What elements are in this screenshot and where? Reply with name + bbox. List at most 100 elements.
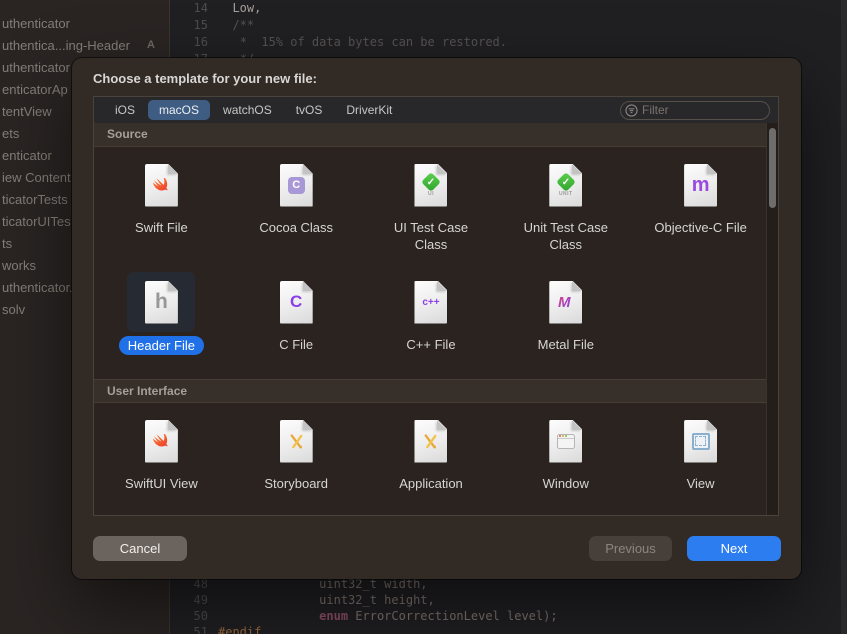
- template-tile-objective-c-file[interactable]: m Objective-C File: [633, 155, 768, 264]
- scrollbar-track[interactable]: [766, 123, 778, 515]
- view-icon: [667, 411, 735, 471]
- template-tile-cocoa-class[interactable]: CCocoa Class: [229, 155, 364, 264]
- header-letter-icon: h: [155, 290, 168, 314]
- crossed-tools-icon: [287, 432, 306, 451]
- file-document-icon: c++: [414, 281, 447, 324]
- checkmark-glyph: ✓: [559, 175, 573, 189]
- filter-input[interactable]: [642, 103, 763, 117]
- file-document-icon: [684, 420, 717, 463]
- line-number: 15: [170, 17, 208, 34]
- template-row-source-2: hHeader FileCC File c++ C++ File MMetal Fil…: [94, 264, 768, 379]
- test-caption-text: UI: [428, 191, 434, 197]
- file-document-icon: [414, 420, 447, 463]
- template-tile-application[interactable]: Application: [364, 411, 499, 515]
- window-icon: [532, 411, 600, 471]
- line-number: 14: [170, 0, 208, 17]
- checkmark-diamond-icon: ✓: [556, 172, 576, 192]
- sidebar-file-label: ticatorUITes: [2, 214, 71, 229]
- file-document-icon: [280, 420, 313, 463]
- swift-file-icon: [127, 155, 195, 215]
- code-token: uint32_t width,: [319, 577, 427, 591]
- cancel-button[interactable]: Cancel: [93, 536, 187, 561]
- template-tile-c-file[interactable]: c++ C++ File: [364, 272, 499, 379]
- swift-bird-icon: [151, 175, 171, 195]
- code-line: 50 enum ErrorCorrectionLevel level);: [170, 608, 841, 624]
- sidebar-file-label: enticatorAp: [2, 82, 68, 97]
- storyboard-icon: [262, 411, 330, 471]
- code-text: uint32_t height,: [208, 592, 435, 608]
- c-file-icon: c++: [397, 272, 465, 332]
- code-text: /**: [208, 17, 254, 34]
- application-icon: [397, 411, 465, 471]
- section-header-source: Source: [94, 123, 778, 147]
- template-tile-swift-file[interactable]: Swift File: [94, 155, 229, 264]
- template-tile-unit-test-case-class[interactable]: ✓ UNIT Unit Test Case Class: [498, 155, 633, 264]
- template-tile-header-file[interactable]: hHeader File: [94, 272, 229, 379]
- section-header-user-interface: User Interface: [94, 379, 778, 403]
- template-tile-label: Unit Test Case Class: [515, 219, 617, 253]
- file-document-icon: M: [549, 281, 582, 324]
- file-document-icon: ✓ UI: [414, 164, 447, 207]
- code-line: 15 /**: [170, 17, 841, 34]
- tab-ios[interactable]: iOS: [104, 100, 146, 120]
- tab-tvos[interactable]: tvOS: [285, 100, 334, 120]
- sidebar-file-label: uthentica...ing-Header: [2, 38, 130, 53]
- scrollbar-thumb[interactable]: [769, 128, 776, 208]
- template-tile-storyboard[interactable]: Storyboard: [229, 411, 364, 515]
- code-text: Low,: [208, 0, 261, 17]
- sidebar-file-item[interactable]: uthenticator: [0, 12, 169, 34]
- traffic-light-dot: [565, 435, 567, 437]
- sidebar-file-label: uthenticator: [2, 16, 70, 31]
- tab-watchos[interactable]: watchOS: [212, 100, 283, 120]
- file-document-icon: C: [280, 281, 313, 324]
- line-number: 16: [170, 34, 208, 51]
- template-tile-ui-test-case-class[interactable]: ✓ UI UI Test Case Class: [364, 155, 499, 264]
- c-file-icon: C: [262, 272, 330, 332]
- dialog-title: Choose a template for your new file:: [93, 71, 317, 86]
- template-tile-label: Objective-C File: [654, 219, 746, 236]
- file-document-icon: m: [684, 164, 717, 207]
- previous-button[interactable]: Previous: [589, 536, 672, 561]
- file-document-icon: h: [145, 281, 178, 324]
- template-row-user-interface-1: SwiftUI ViewStoryboardApplicationWindowV…: [94, 403, 768, 515]
- sidebar-file-item[interactable]: uthentica...ing-HeaderA: [0, 34, 169, 56]
- template-tile-label: C++ File: [406, 336, 455, 353]
- test-case-icon: ✓ UI: [424, 173, 438, 197]
- template-tile-window[interactable]: Window: [498, 411, 633, 515]
- template-tile-label: UI Test Case Class: [380, 219, 482, 253]
- cocoa-class-chip-icon: C: [288, 177, 305, 194]
- template-tile-metal-file[interactable]: MMetal File: [498, 272, 633, 379]
- test-caption-text: UNIT: [559, 191, 573, 197]
- sidebar-file-label: uthenticator: [2, 60, 70, 75]
- template-tile-view[interactable]: View: [633, 411, 768, 515]
- code-line: 16 * 15% of data bytes can be restored.: [170, 34, 841, 51]
- template-row-source-1: Swift FileCCocoa Class ✓ UI UI Test Case Cl…: [94, 147, 768, 264]
- tab-macos[interactable]: macOS: [148, 100, 210, 120]
- sidebar-file-label: ts: [2, 236, 12, 251]
- sidebar-file-label: iew Content: [2, 170, 71, 185]
- tab-driverkit[interactable]: DriverKit: [335, 100, 403, 120]
- xcode-window: 14 Low,15 /**16 * 15% of data bytes can …: [0, 0, 847, 634]
- header-file-icon: h: [127, 272, 195, 332]
- dashed-view-icon: [692, 433, 710, 450]
- metal-file-icon: M: [532, 272, 600, 332]
- sidebar-file-label: enticator: [2, 148, 52, 163]
- code-line: 51#endif: [170, 624, 841, 634]
- traffic-light-dot: [559, 435, 561, 437]
- cocoa-class-icon: C: [262, 155, 330, 215]
- cpp-letters-icon: c++: [422, 297, 439, 308]
- file-document-icon: ✓ UNIT: [549, 164, 582, 207]
- dashed-inner-rect: [695, 436, 706, 446]
- template-tile-swiftui-view[interactable]: SwiftUI View: [94, 411, 229, 515]
- sidebar-file-label: tentView: [2, 104, 52, 119]
- code-token: * 15% of data bytes can be restored.: [240, 35, 507, 49]
- next-button[interactable]: Next: [687, 536, 781, 561]
- code-text: enum ErrorCorrectionLevel level);: [208, 608, 558, 624]
- template-tile-c-file[interactable]: CC File: [229, 272, 364, 379]
- filter-icon: [625, 104, 638, 117]
- filter-field[interactable]: [620, 101, 770, 120]
- editor-minimap: [841, 0, 847, 634]
- checkmark-glyph: ✓: [424, 175, 438, 189]
- sidebar-file-label: ets: [2, 126, 19, 141]
- line-number: 49: [170, 592, 208, 608]
